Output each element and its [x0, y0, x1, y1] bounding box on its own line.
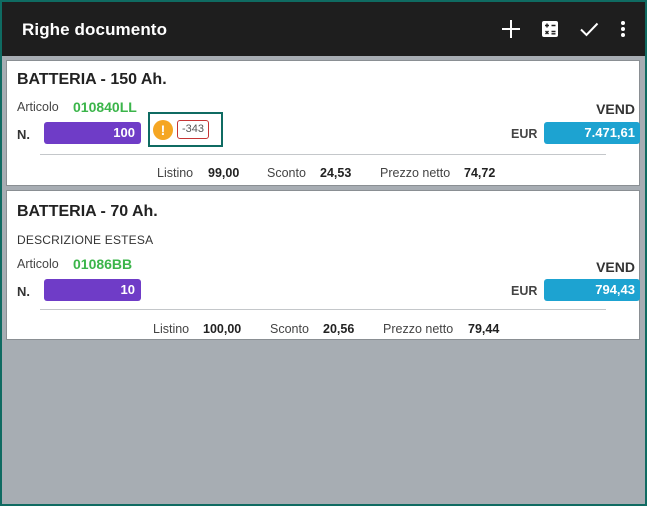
article-code: 01086BB — [73, 256, 133, 272]
discount-label: Sconto — [270, 322, 309, 336]
net-price-label: Prezzo netto — [383, 322, 454, 336]
quantity-label: N. — [17, 127, 30, 142]
more-vert-icon[interactable] — [610, 16, 636, 42]
price-field[interactable]: 794,43 — [544, 279, 640, 301]
add-icon[interactable] — [498, 16, 524, 42]
stock-availability-badge: -343 — [177, 120, 209, 139]
product-name: BATTERIA - 70 Ah. — [17, 203, 158, 220]
quantity-field[interactable]: 10 — [44, 279, 141, 301]
document-row-card[interactable]: BATTERIA - 150 Ah. Articolo 010840LL VEN… — [6, 60, 640, 186]
discount-label: Sconto — [267, 166, 306, 180]
net-price-value: 79,44 — [468, 322, 500, 336]
divider — [40, 309, 606, 310]
check-icon[interactable] — [576, 16, 602, 42]
page-title: Righe documento — [22, 20, 168, 39]
stock-warning-highlight: ! -343 — [148, 112, 223, 147]
price-field[interactable]: 7.471,61 — [544, 122, 640, 144]
product-name: BATTERIA - 150 Ah. — [17, 71, 167, 88]
net-price-value: 74,72 — [464, 166, 496, 180]
list-price-label: Listino — [157, 166, 194, 180]
warning-icon[interactable]: ! — [153, 120, 173, 140]
app-bar: Righe documento — [2, 2, 645, 56]
quantity-field[interactable]: 100 — [44, 122, 141, 144]
list-price-label: Listino — [153, 322, 190, 336]
article-code: 010840LL — [73, 99, 137, 115]
app-window: Righe documento BATTERIA - 150 Ah. Artic… — [0, 0, 647, 506]
document-row-card[interactable]: BATTERIA - 70 Ah. DESCRIZIONE ESTESA Art… — [6, 190, 640, 340]
document-type-badge: VEND — [596, 101, 635, 117]
currency-label: EUR — [511, 127, 538, 141]
quantity-label: N. — [17, 284, 30, 299]
document-type-badge: VEND — [596, 259, 635, 275]
product-description: DESCRIZIONE ESTESA — [17, 233, 154, 247]
calculator-icon[interactable] — [537, 16, 563, 42]
article-label: Articolo — [17, 100, 59, 114]
divider — [40, 154, 606, 155]
currency-label: EUR — [511, 284, 538, 298]
net-price-label: Prezzo netto — [380, 166, 451, 180]
list-price-value: 99,00 — [208, 166, 240, 180]
article-label: Articolo — [17, 257, 59, 271]
list-price-value: 100,00 — [203, 322, 242, 336]
discount-value: 20,56 — [323, 322, 355, 336]
discount-value: 24,53 — [320, 166, 352, 180]
